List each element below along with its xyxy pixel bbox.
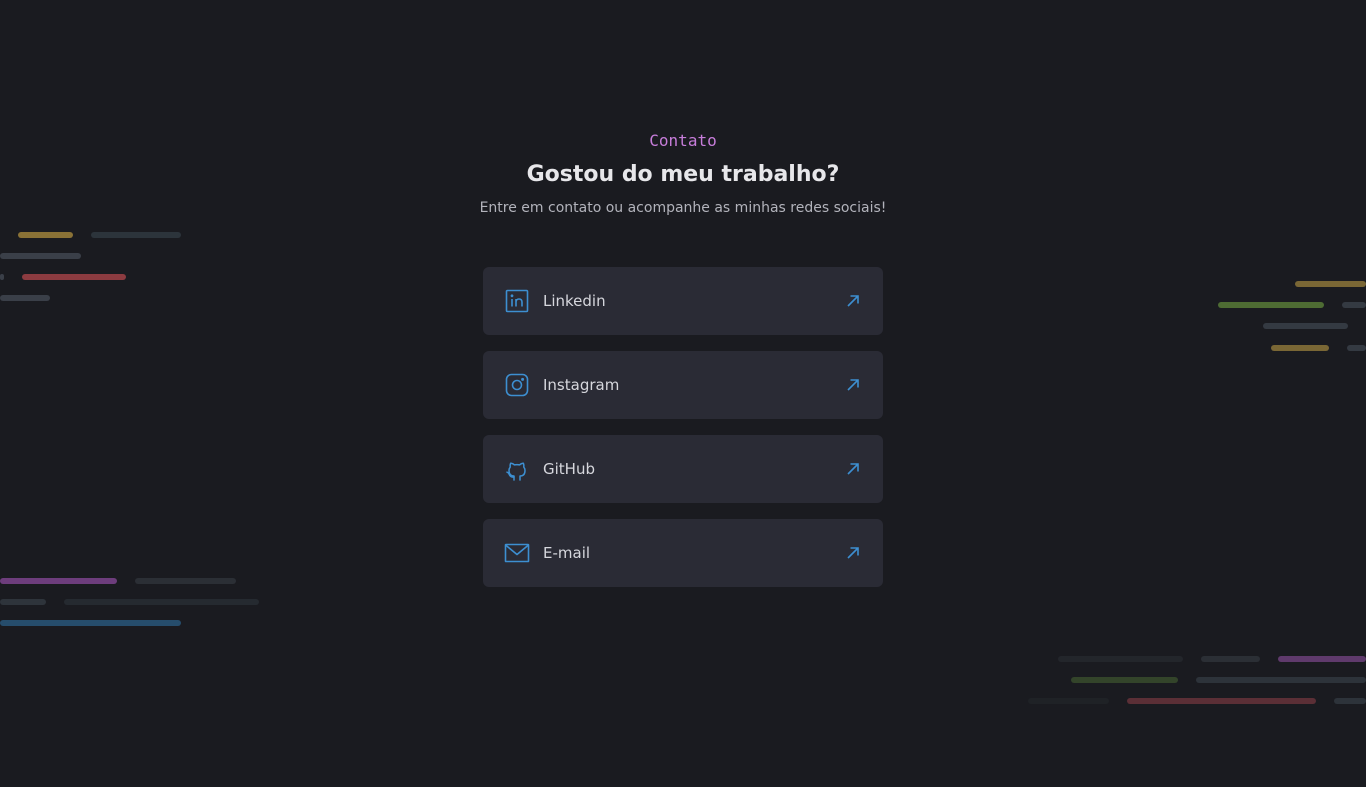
deco-line	[0, 599, 46, 605]
instagram-icon	[504, 372, 530, 398]
instagram-link[interactable]: Instagram	[483, 351, 883, 419]
arrow-up-right-icon	[843, 291, 863, 311]
deco-line	[1196, 677, 1366, 683]
deco-line	[1127, 698, 1316, 704]
link-label: GitHub	[543, 460, 595, 478]
mail-icon	[504, 540, 530, 566]
deco-line	[1058, 656, 1183, 662]
deco-line	[135, 578, 236, 584]
github-link[interactable]: GitHub	[483, 435, 883, 503]
deco-line	[1201, 656, 1260, 662]
deco-line	[1271, 345, 1329, 351]
linkedin-link[interactable]: Linkedin	[483, 267, 883, 335]
section-title: Gostou do meu trabalho?	[526, 162, 840, 187]
link-label: Linkedin	[543, 292, 606, 310]
email-link[interactable]: E-mail	[483, 519, 883, 587]
contact-links: Linkedin Instagram GitHub E-mail	[483, 267, 883, 603]
arrow-up-right-icon	[843, 459, 863, 479]
deco-line	[1347, 345, 1366, 351]
linkedin-icon	[504, 288, 530, 314]
deco-line	[0, 578, 117, 584]
deco-line	[0, 620, 181, 626]
deco-line	[1263, 323, 1348, 329]
arrow-up-right-icon	[843, 543, 863, 563]
deco-line	[1028, 698, 1109, 704]
deco-line	[1278, 656, 1366, 662]
deco-line	[64, 599, 259, 605]
link-label: Instagram	[543, 376, 620, 394]
deco-line	[1342, 302, 1366, 308]
arrow-up-right-icon	[843, 375, 863, 395]
deco-line	[1334, 698, 1366, 704]
deco-line	[0, 295, 50, 301]
deco-line	[1218, 302, 1324, 308]
section-subtitle: Entre em contato ou acompanhe as minhas …	[479, 200, 887, 216]
deco-line	[0, 274, 4, 280]
deco-line	[1071, 677, 1178, 683]
deco-line	[1295, 281, 1366, 287]
section-tag: Contato	[649, 131, 717, 150]
deco-line	[0, 253, 81, 259]
deco-line	[22, 274, 126, 280]
deco-line	[91, 232, 181, 238]
link-label: E-mail	[543, 544, 591, 562]
deco-line	[18, 232, 73, 238]
github-icon	[504, 456, 530, 482]
